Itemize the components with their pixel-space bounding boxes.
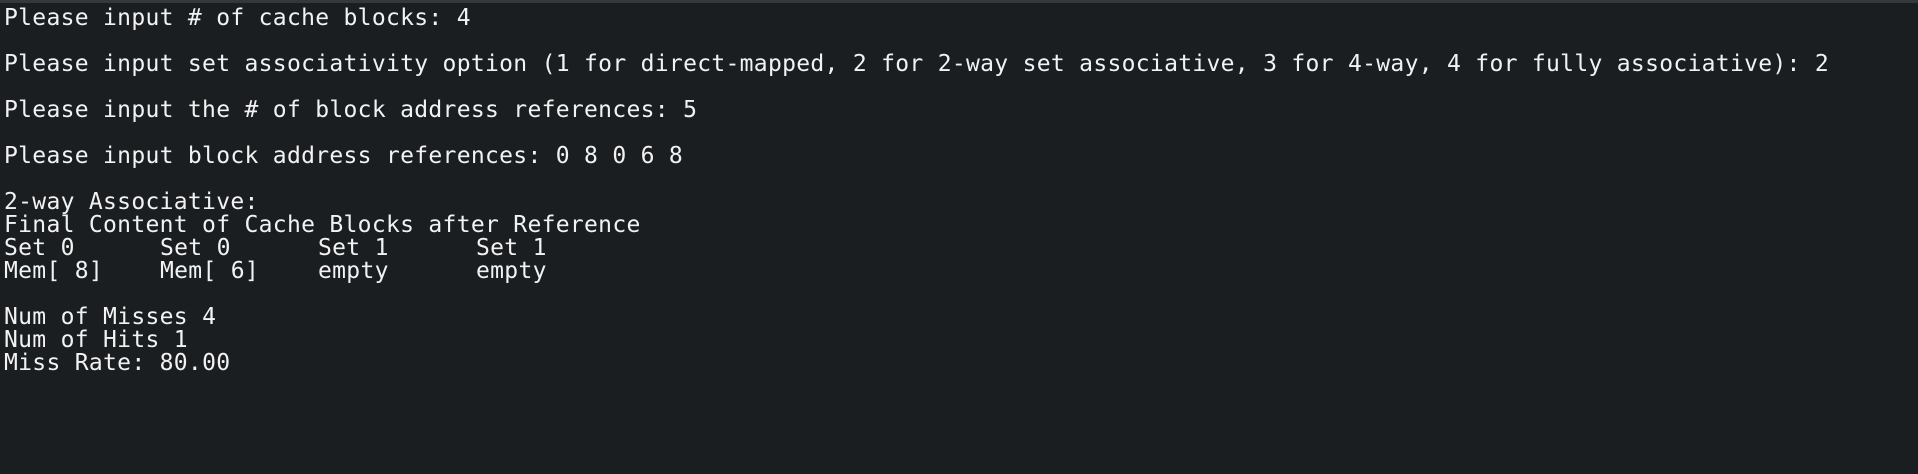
- terminal-window[interactable]: Please input # of cache blocks: 4 Please…: [0, 0, 1918, 474]
- prompt-value: 0 8 0 6 8: [555, 143, 684, 169]
- prompt-value: 4: [456, 5, 471, 31]
- block-content: Mem[ 6]: [160, 258, 260, 284]
- miss-rate-line: Miss Rate: 80.00: [4, 349, 230, 377]
- prompt-associativity: Please input set associativity option (1…: [4, 50, 1829, 78]
- miss-rate-label: Miss Rate:: [4, 350, 160, 376]
- miss-rate-value: 80.00: [159, 350, 231, 376]
- misses-value: 4: [202, 304, 217, 330]
- block-content: empty: [318, 258, 389, 284]
- prompt-label: Please input set associativity option (1…: [4, 51, 1815, 77]
- prompt-cache-blocks: Please input # of cache blocks: 4: [4, 4, 471, 32]
- block-content: empty: [476, 258, 547, 284]
- prompt-value: 2: [1814, 51, 1829, 77]
- prompt-value: 5: [683, 97, 698, 123]
- prompt-references: Please input block address references: 0…: [4, 142, 683, 170]
- prompt-label: Please input # of cache blocks:: [4, 5, 457, 31]
- prompt-label: Please input block address references:: [4, 143, 556, 169]
- prompt-reference-count: Please input the # of block address refe…: [4, 96, 697, 124]
- prompt-label: Please input the # of block address refe…: [4, 97, 684, 123]
- block-content: Mem[ 8]: [4, 258, 104, 284]
